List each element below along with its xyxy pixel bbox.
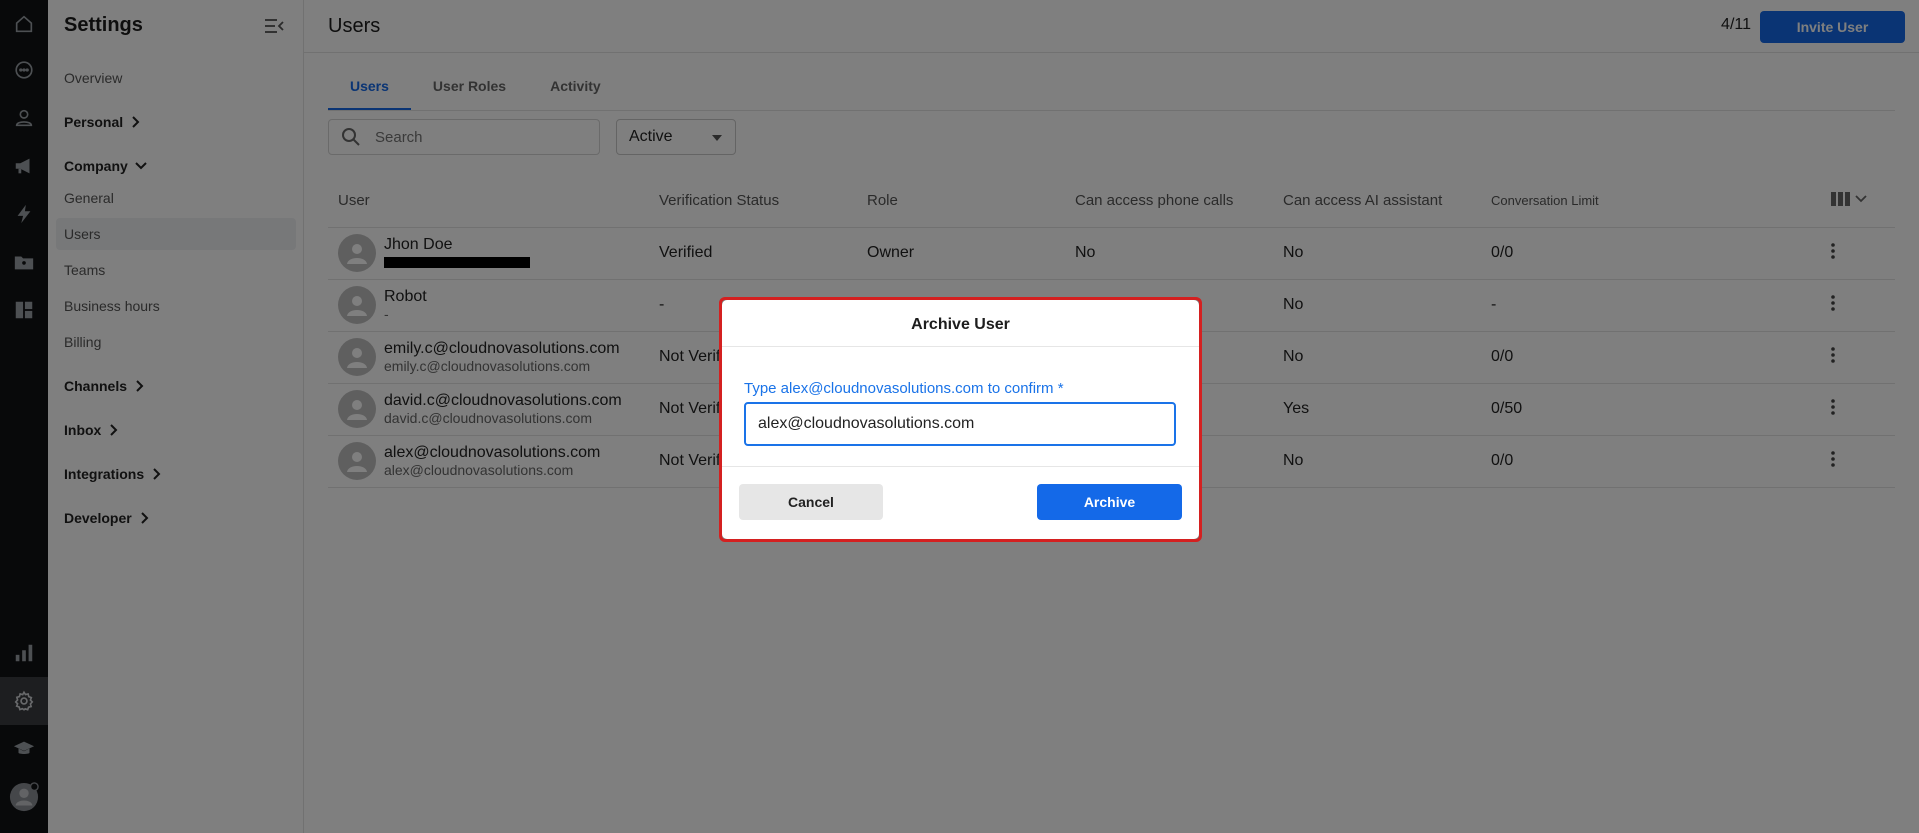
dialog-title: Archive User [911,316,1010,333]
dialog-divider [722,346,1199,347]
cancel-button[interactable]: Cancel [739,484,883,520]
confirm-field-label: Type alex@cloudnovasolutions.com to conf… [744,380,1064,397]
archive-button[interactable]: Archive [1037,484,1182,520]
dialog-divider [722,466,1199,467]
archive-user-dialog: Archive User Type alex@cloudnovasolution… [722,300,1199,539]
confirm-email-input[interactable] [744,402,1176,446]
